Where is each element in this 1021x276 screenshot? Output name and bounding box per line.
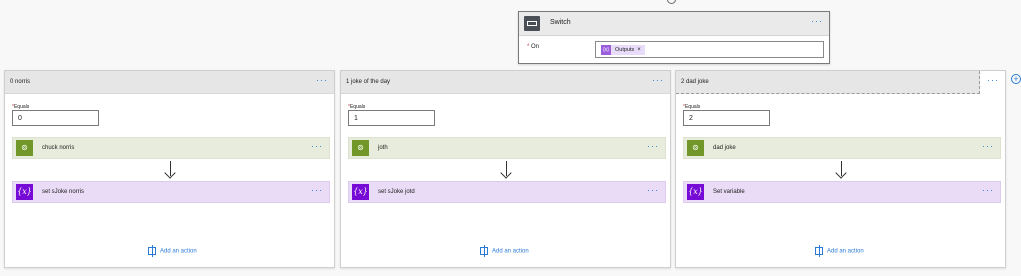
flow-arrow xyxy=(841,161,842,176)
variable-action[interactable]: {x} set sJoke jotd ··· xyxy=(348,181,666,203)
switch-icon xyxy=(524,16,540,31)
equals-input[interactable]: 0 xyxy=(12,110,99,126)
action-more-button[interactable]: ··· xyxy=(647,141,659,151)
add-action-icon xyxy=(815,245,823,257)
add-action-button[interactable]: Add an action xyxy=(815,245,864,257)
case-more-button[interactable]: ··· xyxy=(652,75,664,85)
http-action[interactable]: ⊚ dad joke ··· xyxy=(683,137,1001,159)
add-case-icon[interactable]: + xyxy=(1011,74,1021,84)
case-more-button[interactable]: ··· xyxy=(316,75,328,85)
action-name: dad joke xyxy=(713,145,736,151)
switch-header[interactable]: Switch ··· xyxy=(519,12,829,36)
globe-icon: ⊚ xyxy=(687,140,704,156)
equals-input[interactable]: 2 xyxy=(683,110,770,126)
globe-icon: ⊚ xyxy=(16,140,33,156)
variable-icon: {x} xyxy=(687,184,704,200)
action-name: set sJoke norris xyxy=(42,189,85,195)
action-name: joth xyxy=(378,145,388,151)
action-more-button[interactable]: ··· xyxy=(647,185,659,195)
switch-more-button[interactable]: ··· xyxy=(811,16,823,26)
case-header[interactable]: 2 dad joke xyxy=(676,71,980,94)
globe-icon: ⊚ xyxy=(352,140,369,156)
flow-arrow xyxy=(170,161,171,176)
action-more-button[interactable]: ··· xyxy=(311,141,323,151)
variable-action[interactable]: {x} Set variable ··· xyxy=(683,181,1001,203)
case-title: 0 norris xyxy=(10,79,31,85)
variable-icon: {x} xyxy=(601,45,611,55)
http-action[interactable]: ⊚ joth ··· xyxy=(348,137,666,159)
case-card-2[interactable]: 2 dad joke ··· *Equals 2 ⊚ dad joke ··· … xyxy=(675,70,1006,268)
case-card-0[interactable]: 0 norris ··· *Equals 0 ⊚ chuck norris ··… xyxy=(4,70,335,268)
action-name: set sJoke jotd xyxy=(378,189,415,195)
add-action-button[interactable]: Add an action xyxy=(480,245,529,257)
action-more-button[interactable]: ··· xyxy=(311,185,323,195)
case-card-1[interactable]: 1 joke of the day ··· *Equals 1 ⊚ joth ·… xyxy=(340,70,671,268)
action-name: Set variable xyxy=(713,189,745,195)
case-title: 2 dad joke xyxy=(681,79,709,85)
switch-card[interactable]: Switch ··· * On {x} Outputs × xyxy=(518,11,830,64)
add-action-icon xyxy=(148,245,156,257)
variable-icon: {x} xyxy=(352,184,369,200)
case-header[interactable]: 0 norris ··· xyxy=(5,71,334,94)
switch-title: Switch xyxy=(550,19,571,26)
case-title: 1 joke of the day xyxy=(346,79,391,85)
equals-input[interactable]: 1 xyxy=(348,110,435,126)
insert-step-icon[interactable] xyxy=(667,0,676,4)
remove-token-button[interactable]: × xyxy=(637,47,641,53)
on-input[interactable]: {x} Outputs × xyxy=(595,41,824,58)
case-header[interactable]: 1 joke of the day ··· xyxy=(341,71,670,94)
on-label: * On xyxy=(527,44,540,50)
http-action[interactable]: ⊚ chuck norris ··· xyxy=(12,137,330,159)
variable-action[interactable]: {x} set sJoke norris ··· xyxy=(12,181,330,203)
flow-arrow xyxy=(506,161,507,176)
action-name: chuck norris xyxy=(42,145,75,151)
case-more-button[interactable]: ··· xyxy=(987,75,999,85)
add-action-button[interactable]: Add an action xyxy=(148,245,197,257)
action-more-button[interactable]: ··· xyxy=(982,185,994,195)
outputs-token[interactable]: {x} Outputs × xyxy=(601,45,645,55)
action-more-button[interactable]: ··· xyxy=(982,141,994,151)
variable-icon: {x} xyxy=(16,184,33,200)
add-action-icon xyxy=(480,245,488,257)
